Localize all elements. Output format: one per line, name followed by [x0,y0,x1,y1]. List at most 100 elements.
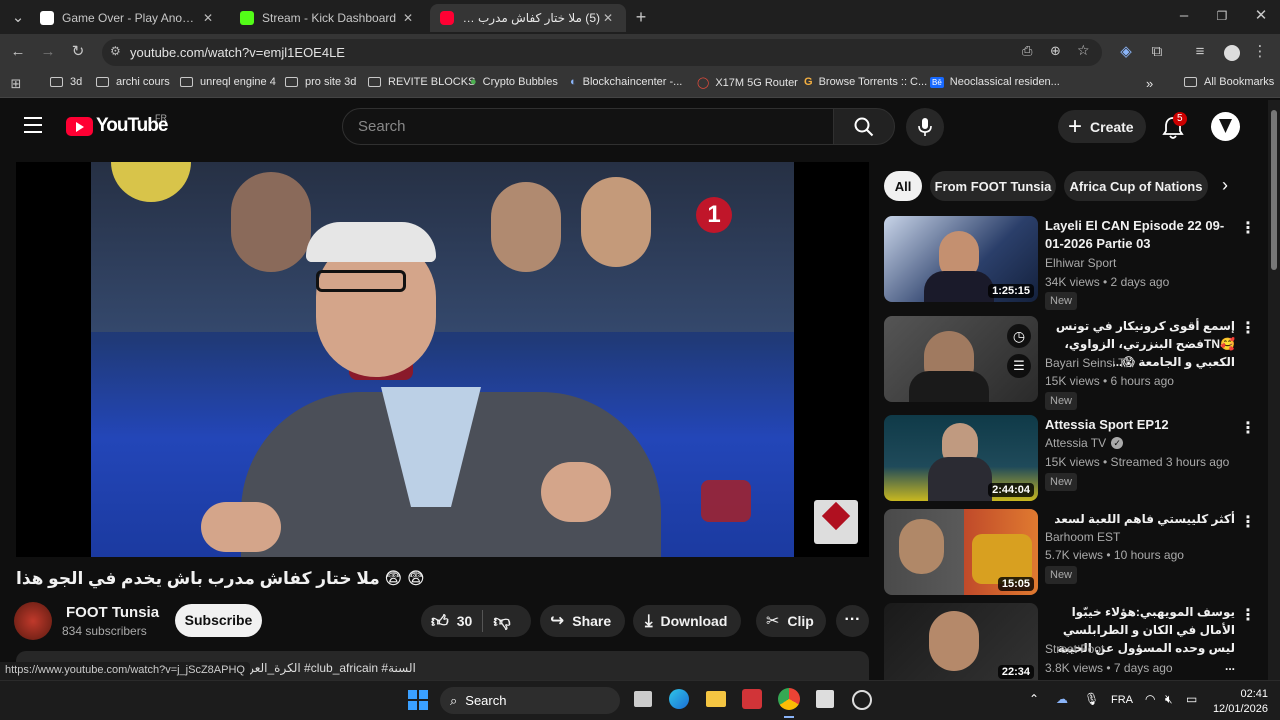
notifications-button[interactable]: 5 [1160,112,1187,140]
bookmark-item[interactable]: ● Crypto Bubbles [470,76,558,88]
media-control-icon[interactable]: ≡ [1190,42,1210,62]
video-thumbnail[interactable]: 1:25:15 [884,216,1038,302]
new-tab-icon[interactable]: + [631,7,651,27]
channel-watermark-logo[interactable] [814,500,858,544]
recommendation-title[interactable]: Layeli El CAN Episode 22 09-01-2026 Part… [1045,217,1235,253]
close-icon[interactable]: ✕ [200,11,216,25]
taskbar-search[interactable]: ⌕ Search [440,687,620,714]
bookmark-item[interactable]: archi cours [96,76,170,88]
chip-africa-cup[interactable]: Africa Cup of Nations [1064,171,1208,201]
clock-time[interactable]: 02:41 [1208,688,1268,700]
file-explorer-icon[interactable] [706,691,726,707]
video-thumbnail[interactable]: 22:34 [884,603,1038,683]
recommendation-title[interactable]: Attessia Sport EP12 [1045,416,1235,434]
share-button[interactable]: ↪ Share [540,605,625,637]
bookmark-item[interactable]: REVITE BLOCKS [368,76,475,88]
download-button[interactable]: ⤓ Download [633,605,741,637]
clip-button[interactable]: ✂ Clip [756,605,826,637]
video-frame[interactable]: 1 [91,162,794,557]
create-button[interactable]: + Create [1058,110,1146,143]
task-view-icon[interactable] [634,691,652,707]
channel-avatar[interactable] [14,602,52,640]
wifi-icon[interactable]: ◠ [1145,692,1155,706]
close-icon[interactable]: ✕ [400,11,416,25]
search-input[interactable]: Search [342,108,834,145]
clock-date[interactable]: 12/01/2026 [1208,703,1268,715]
recommendation-channel[interactable]: Attessia TV ✓ [1045,436,1124,450]
input-language[interactable]: FRA [1111,694,1133,706]
menu-icon[interactable]: ⋮ [1250,42,1270,62]
tab-search-icon[interactable]: ⌄ [8,8,28,28]
channel-name[interactable]: FOOT Tunsia [66,604,159,621]
more-bookmarks-icon[interactable]: » [1146,76,1153,91]
more-options-icon[interactable]: ⋮ [1240,318,1256,338]
extensions-icon[interactable]: ⧉ [1147,42,1167,62]
edge-icon[interactable] [669,689,689,709]
video-thumbnail[interactable]: 2:44:04 [884,415,1038,501]
onedrive-icon[interactable]: ☁ [1056,692,1068,706]
tab-lichess[interactable]: Game Over - Play Anon. • liches ✕ [30,4,226,32]
chrome-icon[interactable] [778,688,800,710]
tab-youtube[interactable]: (5) ملا ختار كفاش مدرب باش ✕ [430,4,626,32]
address-bar[interactable]: ⚙ youtube.com/watch?v=emjl1EOE4LE ⎙ ⊕ ☆ [102,39,1102,66]
show-hidden-icons[interactable]: ⌃ [1029,692,1039,706]
bookmark-item[interactable]: 3d [50,76,82,88]
video-thumbnail[interactable]: 15:05 [884,509,1038,595]
calculator-icon[interactable] [816,690,834,708]
apps-grid-icon[interactable]: ⊞ [6,74,26,94]
minimize-icon[interactable]: – [1174,6,1194,26]
maximize-icon[interactable]: ❐ [1212,6,1232,26]
zoom-icon[interactable]: ⊕ [1050,43,1061,59]
back-icon[interactable]: ← [8,42,28,62]
dislike-icon[interactable]: 👎︎ [493,611,510,632]
recommendation-title[interactable]: أكثر كلييستي فاهم اللعبة لسعد [1045,510,1235,528]
battery-icon[interactable]: ▭ [1186,692,1197,706]
watch-later-icon[interactable]: ◷ [1007,324,1031,348]
video-thumbnail[interactable]: ◷ ☰ [884,316,1038,402]
voice-search-button[interactable] [906,108,944,146]
volume-muted-icon[interactable]: 🔇︎ [1165,692,1173,707]
add-to-queue-icon[interactable]: ☰ [1007,354,1031,378]
recommendation-channel[interactable]: Elhiwar Sport [1045,256,1116,270]
microphone-tray-icon[interactable]: 🎙︎ [1084,692,1099,706]
hamburger-menu-icon[interactable] [24,117,42,133]
more-options-icon[interactable]: ⋮ [1240,512,1256,532]
windows-start-icon[interactable] [408,690,428,710]
bookmark-star-icon[interactable]: ☆ [1077,42,1090,59]
more-options-icon[interactable]: ⋮ [1240,418,1256,438]
forward-icon[interactable]: → [38,42,58,62]
install-app-icon[interactable]: ⎙ [1022,43,1032,59]
profile-avatar[interactable] [1224,45,1240,61]
reload-icon[interactable]: ↻ [68,42,88,62]
subscribe-button[interactable]: Subscribe [175,604,262,637]
site-info-icon[interactable]: ⚙ [110,44,121,58]
account-avatar[interactable] [1211,112,1240,141]
scrollbar-thumb[interactable] [1271,110,1277,270]
window-close-icon[interactable]: ✕ [1251,6,1271,26]
bookmark-item[interactable]: pro site 3d [285,76,356,88]
search-button[interactable] [833,108,895,145]
like-icon[interactable]: 👍︎ [431,611,449,632]
tab-kick[interactable]: Stream - Kick Dashboard ✕ [230,4,426,32]
like-count[interactable]: 30 [457,613,473,629]
youtube-logo[interactable]: YouTube [66,114,168,138]
app-icon[interactable] [742,689,762,709]
settings-icon[interactable] [852,690,872,710]
more-actions-button[interactable]: ··· [836,605,869,637]
bookmark-item[interactable]: G Browse Torrents :: C... [804,76,927,88]
chip-from-channel[interactable]: From FOOT Tunsia [930,171,1056,201]
recommendation-channel[interactable]: Barhoom EST [1045,530,1120,544]
extension-shield-icon[interactable]: ◈ [1116,42,1136,62]
bookmark-item[interactable]: ◐ Blockchaincenter -... [570,76,682,88]
all-bookmarks[interactable]: All Bookmarks [1184,76,1274,88]
close-icon[interactable]: ✕ [600,11,616,25]
more-options-icon[interactable]: ⋮ [1240,605,1256,625]
bookmark-item[interactable]: Bē Neoclassical residen... [930,76,1060,88]
recommendation-channel[interactable]: Bayari Seinsi TN [1045,356,1134,370]
more-options-icon[interactable]: ⋮ [1240,218,1256,238]
bookmark-item[interactable]: unreql engine 4 [180,76,276,88]
bookmark-item[interactable]: ◯ X17M 5G Router [697,76,798,90]
chevron-right-icon[interactable]: › [1222,175,1228,196]
scrollbar[interactable] [1268,100,1280,680]
recommendation-channel[interactable]: Street Foot [1045,642,1104,656]
